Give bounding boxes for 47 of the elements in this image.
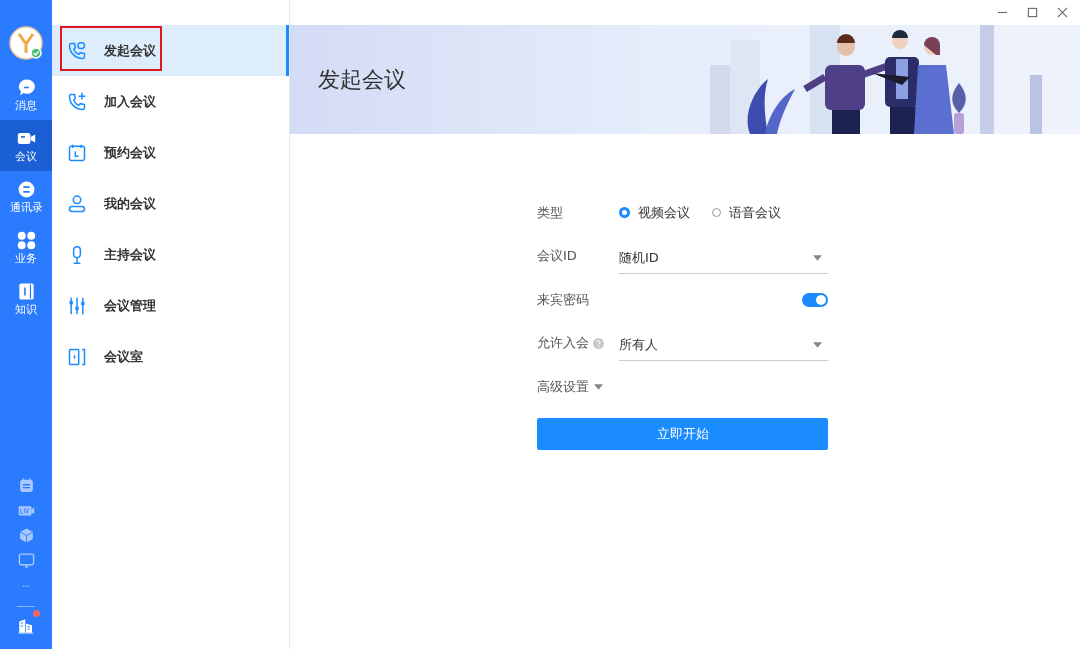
menu-item[interactable]: 发起会议 bbox=[52, 25, 289, 76]
nav-tab[interactable]: 会议 bbox=[0, 120, 52, 171]
field-label: 允许入会 bbox=[537, 334, 589, 353]
caret-icon bbox=[594, 383, 603, 390]
help-icon bbox=[593, 337, 604, 349]
nav-tab[interactable]: 知识 bbox=[0, 273, 52, 324]
radio-option[interactable]: 语音会议 bbox=[712, 203, 781, 222]
page-title: 发起会议 bbox=[318, 65, 406, 94]
field-label: 来宾密码 bbox=[537, 290, 590, 309]
caret-icon bbox=[813, 254, 822, 261]
sliders-icon bbox=[67, 295, 87, 316]
menu-item[interactable]: 会议管理 bbox=[52, 280, 289, 331]
menu-item[interactable]: 主持会议 bbox=[52, 229, 289, 280]
radio-button[interactable] bbox=[619, 207, 630, 219]
close-icon[interactable] bbox=[1057, 7, 1068, 18]
option-label: 视频会议 bbox=[638, 203, 690, 222]
cube-icon[interactable] bbox=[17, 527, 35, 544]
radio-option[interactable]: 视频会议 bbox=[619, 203, 690, 222]
phone-bubble-icon bbox=[67, 40, 87, 61]
avatar[interactable] bbox=[9, 26, 43, 60]
nav-tab[interactable]: 通讯录 bbox=[0, 171, 52, 222]
maximize-icon[interactable] bbox=[1027, 7, 1038, 18]
screen-share-icon[interactable] bbox=[17, 552, 35, 569]
toggle-switch[interactable] bbox=[802, 292, 828, 307]
book-icon bbox=[16, 281, 36, 301]
menu-item[interactable]: 我的会议 bbox=[52, 178, 289, 229]
menu-item[interactable]: 加入会议 bbox=[52, 76, 289, 127]
phone-plus-icon bbox=[67, 91, 87, 112]
door-icon bbox=[67, 346, 87, 367]
menu-item[interactable]: 预约会议 bbox=[52, 127, 289, 178]
field-label: 类型 bbox=[537, 203, 564, 222]
building-icon[interactable] bbox=[17, 617, 35, 635]
field-label: 会议ID bbox=[537, 247, 578, 266]
apps-grid-icon bbox=[16, 230, 36, 250]
contacts-icon bbox=[16, 179, 36, 199]
caret-icon bbox=[813, 341, 822, 348]
calendar-icon bbox=[67, 142, 87, 163]
dropdown-field[interactable]: 所有人 bbox=[619, 329, 828, 361]
nav-tab[interactable]: 业务 bbox=[0, 222, 52, 273]
advanced-settings-toggle[interactable]: 高级设置 bbox=[537, 377, 603, 396]
option-label: 语音会议 bbox=[729, 203, 781, 222]
nav-tab[interactable]: 消息 bbox=[0, 69, 52, 120]
dropdown-field[interactable]: 随机ID bbox=[619, 242, 828, 274]
person-icon bbox=[67, 193, 87, 214]
calendar-icon[interactable] bbox=[17, 477, 35, 494]
chat-bubble-icon bbox=[16, 77, 36, 97]
menu-item[interactable]: 会议室 bbox=[52, 331, 289, 382]
